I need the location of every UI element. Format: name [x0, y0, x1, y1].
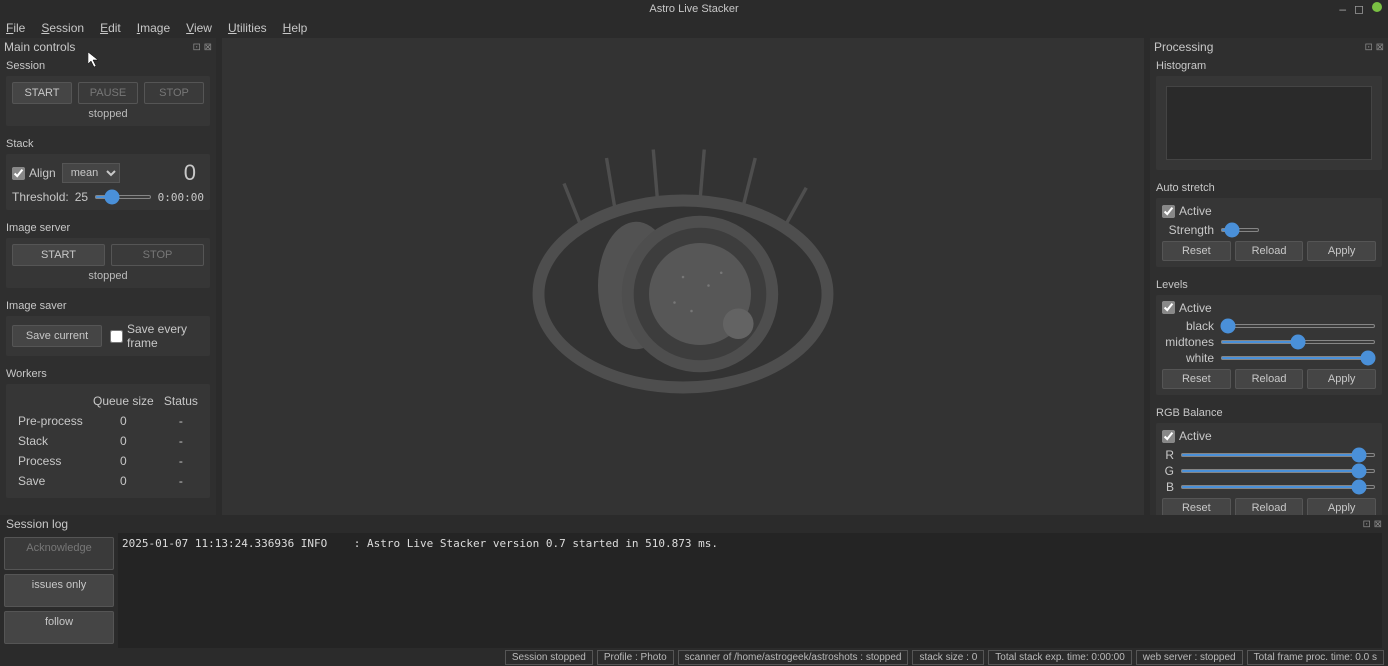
stack-count: 0 — [184, 160, 196, 186]
status-scanner: scanner of /home/astrogeek/astroshots : … — [678, 650, 909, 665]
menu-edit[interactable]: Edit — [100, 21, 121, 35]
levels-label: Levels — [1150, 275, 1388, 295]
rgb-active-checkbox[interactable]: Active — [1162, 429, 1212, 443]
status-bar: Session stopped Profile : Photo scanner … — [0, 648, 1388, 666]
rgb-label: RGB Balance — [1150, 403, 1388, 423]
rgb-reset-button[interactable]: Reset — [1162, 498, 1231, 516]
status-exp-time: Total stack exp. time: 0:00:00 — [988, 650, 1132, 665]
rgb-apply-button[interactable]: Apply — [1307, 498, 1376, 516]
rgb-reload-button[interactable]: Reload — [1235, 498, 1304, 516]
session-box: START PAUSE STOP stopped — [6, 76, 210, 126]
panel-dock-icons[interactable]: ⊡ ⊠ — [1364, 42, 1384, 53]
app-title: Astro Live Stacker — [649, 3, 738, 15]
levels-reload-button[interactable]: Reload — [1235, 369, 1304, 389]
autostretch-apply-button[interactable]: Apply — [1307, 241, 1376, 261]
session-status: stopped — [12, 108, 204, 120]
workers-table: Queue sizeStatus Pre-process0- Stack0- P… — [12, 390, 204, 492]
image-server-label: Image server — [0, 218, 216, 238]
threshold-value: 25 — [75, 190, 88, 204]
stack-label: Stack — [0, 134, 216, 154]
white-slider[interactable] — [1220, 356, 1376, 360]
server-start-button[interactable]: START — [12, 244, 105, 266]
status-profile: Profile : Photo — [597, 650, 674, 665]
menu-utilities[interactable]: Utilities — [228, 21, 267, 35]
histogram-display — [1166, 86, 1372, 160]
histogram-box — [1156, 76, 1382, 170]
session-label: Session — [0, 56, 216, 76]
log-output[interactable]: 2025-01-07 11:13:24.336936 INFO : Astro … — [118, 533, 1382, 648]
table-row: Stack0- — [14, 432, 202, 450]
table-row: Process0- — [14, 452, 202, 470]
main-controls-title: Main controls ⊡ ⊠ — [0, 38, 216, 56]
g-slider[interactable] — [1180, 469, 1376, 473]
menu-bar: File Session Edit Image View Utilities H… — [0, 18, 1388, 38]
autostretch-reset-button[interactable]: Reset — [1162, 241, 1231, 261]
image-viewport[interactable] — [222, 38, 1144, 515]
logo-eye-icon — [513, 107, 853, 447]
panel-dock-icons[interactable]: ⊡ ⊠ — [1362, 519, 1382, 530]
menu-file[interactable]: File — [6, 21, 25, 35]
status-stack-size: stack size : 0 — [912, 650, 984, 665]
stack-time: 0:00:00 — [158, 191, 204, 204]
stack-box: Align mean 0 Threshold: 25 0:00:00 — [6, 154, 210, 210]
strength-slider[interactable] — [1220, 228, 1260, 232]
acknowledge-button[interactable]: Acknowledge — [4, 537, 114, 570]
image-saver-label: Image saver — [0, 296, 216, 316]
session-log-panel: Acknowledge issues only follow 2025-01-0… — [0, 533, 1388, 648]
status-webserver: web server : stopped — [1136, 650, 1243, 665]
autostretch-box: Active Strength Reset Reload Apply — [1156, 198, 1382, 267]
autostretch-label: Auto stretch — [1150, 178, 1388, 198]
save-every-checkbox[interactable]: Save every frame — [110, 322, 204, 350]
autostretch-reload-button[interactable]: Reload — [1235, 241, 1304, 261]
session-start-button[interactable]: START — [12, 82, 72, 104]
status-frame-time: Total frame proc. time: 0.0 s — [1247, 650, 1384, 665]
processing-panel: Processing ⊡ ⊠ Histogram Auto stretch Ac… — [1150, 38, 1388, 515]
levels-box: Active black midtones white Reset Reload… — [1156, 295, 1382, 396]
workers-label: Workers — [0, 364, 216, 384]
autostretch-active-checkbox[interactable]: Active — [1162, 204, 1212, 218]
server-status: stopped — [12, 270, 204, 282]
workers-box: Queue sizeStatus Pre-process0- Stack0- P… — [6, 384, 210, 498]
threshold-slider[interactable] — [94, 195, 152, 199]
levels-active-checkbox[interactable]: Active — [1162, 301, 1212, 315]
maximize-icon[interactable]: ◻ — [1354, 2, 1364, 16]
follow-button[interactable]: follow — [4, 611, 114, 644]
table-row: Pre-process0- — [14, 412, 202, 430]
main-controls-panel: Main controls ⊡ ⊠ Session START PAUSE ST… — [0, 38, 216, 515]
black-slider[interactable] — [1220, 324, 1376, 328]
image-server-box: START STOP stopped — [6, 238, 210, 288]
window-controls: – ◻ — [1339, 2, 1382, 16]
title-bar: Astro Live Stacker – ◻ — [0, 0, 1388, 18]
menu-help[interactable]: Help — [283, 21, 308, 35]
table-row: Save0- — [14, 472, 202, 490]
menu-session[interactable]: Session — [41, 21, 84, 35]
session-stop-button[interactable]: STOP — [144, 82, 204, 104]
threshold-label: Threshold: — [12, 190, 69, 204]
panel-dock-icons[interactable]: ⊡ ⊠ — [192, 42, 212, 53]
status-session: Session stopped — [505, 650, 593, 665]
processing-title: Processing ⊡ ⊠ — [1150, 38, 1388, 56]
midtones-slider[interactable] — [1220, 340, 1376, 344]
session-log-title: Session log ⊡ ⊠ — [0, 515, 1388, 533]
menu-view[interactable]: View — [186, 21, 212, 35]
issues-only-button[interactable]: issues only — [4, 574, 114, 607]
histogram-label: Histogram — [1150, 56, 1388, 76]
minimize-icon[interactable]: – — [1339, 2, 1346, 16]
b-slider[interactable] — [1180, 485, 1376, 489]
align-checkbox[interactable]: Align — [12, 166, 56, 180]
session-pause-button[interactable]: PAUSE — [78, 82, 138, 104]
levels-reset-button[interactable]: Reset — [1162, 369, 1231, 389]
menu-image[interactable]: Image — [137, 21, 170, 35]
image-saver-box: Save current Save every frame — [6, 316, 210, 356]
levels-apply-button[interactable]: Apply — [1307, 369, 1376, 389]
stack-mode-select[interactable]: mean — [62, 163, 120, 183]
rgb-box: Active R G B Reset Reload Apply — [1156, 423, 1382, 515]
server-stop-button[interactable]: STOP — [111, 244, 204, 266]
close-icon[interactable] — [1372, 2, 1382, 12]
save-current-button[interactable]: Save current — [12, 325, 102, 347]
r-slider[interactable] — [1180, 453, 1376, 457]
